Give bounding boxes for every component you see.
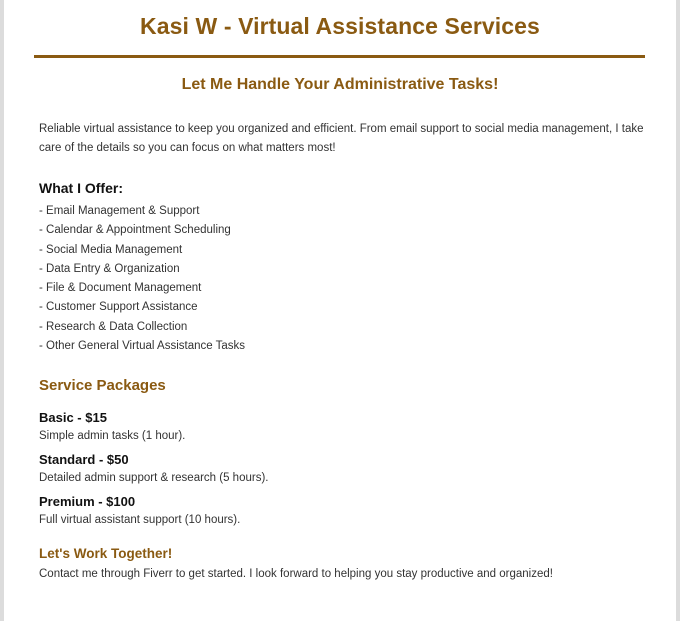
page-subtitle: Let Me Handle Your Administrative Tasks! bbox=[181, 76, 499, 93]
offer-item: - Social Media Management bbox=[39, 243, 183, 256]
offer-item: - Data Entry & Organization bbox=[39, 262, 180, 275]
package-standard-name: Standard - $50 bbox=[39, 452, 129, 467]
title-divider bbox=[34, 55, 645, 58]
document-page: Kasi W - Virtual Assistance Services Let… bbox=[4, 0, 676, 621]
page-title: Kasi W - Virtual Assistance Services bbox=[140, 13, 540, 39]
offer-item: - Email Management & Support bbox=[39, 205, 200, 217]
packages-heading: Service Packages bbox=[39, 377, 166, 394]
offer-item: - Research & Data Collection bbox=[39, 320, 188, 333]
page-frame-right bbox=[676, 0, 680, 621]
offer-item: - Customer Support Assistance bbox=[39, 301, 198, 314]
offer-heading: What I Offer: bbox=[39, 180, 123, 196]
package-standard-description: Detailed admin support & research (5 hou… bbox=[39, 472, 269, 484]
offer-list: - Email Management & Support - Calendar … bbox=[39, 202, 245, 356]
package-basic-description: Simple admin tasks (1 hour). bbox=[39, 430, 186, 442]
package-premium-name: Premium - $100 bbox=[39, 494, 136, 509]
package-premium-description: Full virtual assistant support (10 hours… bbox=[39, 514, 241, 526]
closing-text: Contact me through Fiverr to get started… bbox=[39, 568, 553, 580]
offer-item: - Calendar & Appointment Scheduling bbox=[39, 224, 231, 237]
intro-paragraph: Reliable virtual assistance to keep you … bbox=[39, 123, 644, 154]
offer-item: - File & Document Management bbox=[39, 282, 202, 295]
package-basic-name: Basic - $15 bbox=[39, 410, 107, 425]
closing-heading: Let's Work Together! bbox=[39, 546, 173, 561]
offer-item: - Other General Virtual Assistance Tasks bbox=[39, 340, 246, 353]
